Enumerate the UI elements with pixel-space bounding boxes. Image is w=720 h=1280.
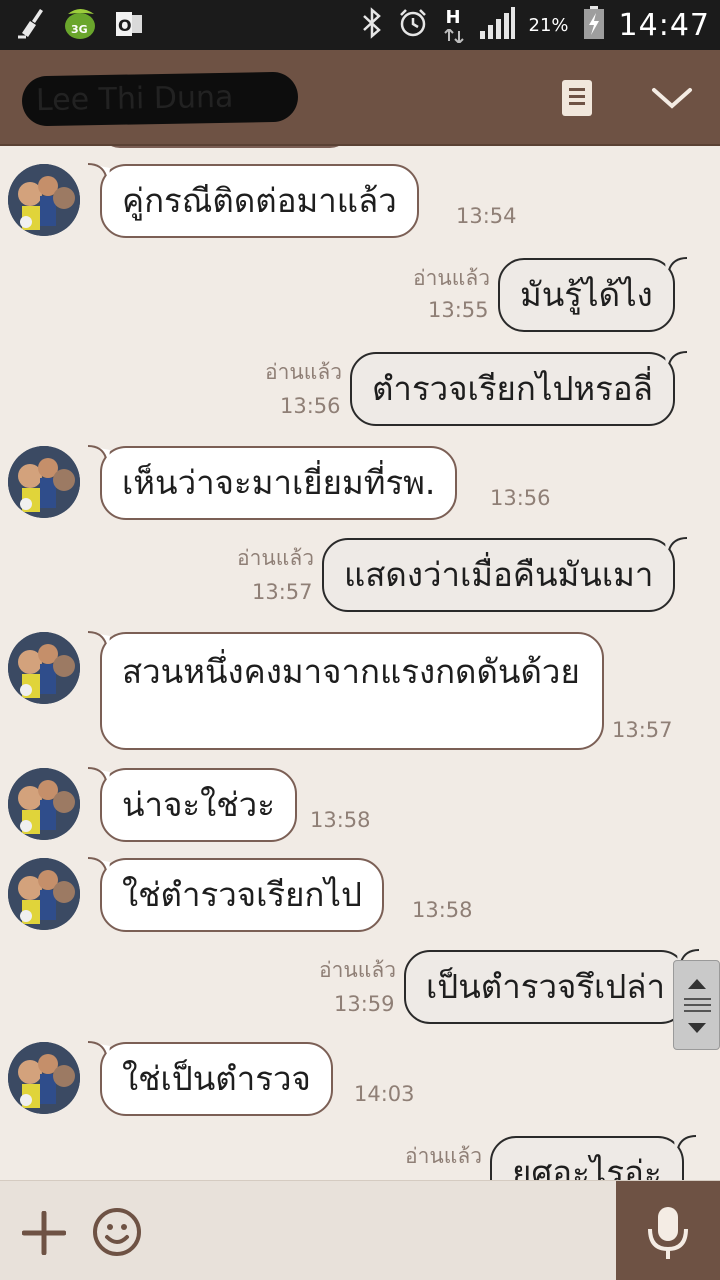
message-time: 13:54 — [456, 204, 517, 228]
avatar[interactable] — [8, 446, 80, 518]
network-type-icon: H — [443, 5, 465, 45]
message-text: น่าจะใช่วะ — [122, 785, 275, 824]
message-time: 13:56 — [490, 486, 551, 510]
message-bubble[interactable]: ตำรวจเรียกไปหรอลี่ — [350, 351, 687, 426]
message-text: ใช่ตำรวจเรียกไป — [122, 875, 362, 914]
3g-leaf-icon: 3G — [62, 6, 98, 46]
message-time: 13:58 — [412, 898, 473, 922]
message-bubble[interactable]: คู่กรณีติดต่อมาแล้ว — [88, 163, 419, 238]
message-text: สวนหนึ่งคงมาจากแรงกดดันด้วย — [122, 652, 580, 691]
read-receipt: อ่านแล้ว — [413, 266, 490, 290]
bluetooth-icon — [361, 7, 383, 43]
message-time: 13:58 — [310, 808, 371, 832]
read-receipt: อ่านแล้ว — [237, 546, 314, 570]
avatar[interactable] — [8, 1042, 80, 1114]
read-receipt: อ่านแล้ว — [405, 1144, 482, 1168]
memo-icon[interactable] — [562, 80, 592, 116]
message-bubble[interactable]: สวนหนึ่งคงมาจากแรงกดดันด้วย — [88, 631, 604, 750]
avatar[interactable] — [8, 164, 80, 236]
message-time: 13:57 — [612, 718, 673, 742]
status-bar: 3G O H 21% 14:47 — [0, 0, 720, 50]
message-bubble[interactable]: มันรู้ได้ไง — [498, 257, 687, 332]
message-text: มันรู้ได้ไง — [520, 275, 653, 314]
signal-icon — [479, 7, 515, 43]
broom-icon — [16, 7, 46, 45]
chevron-down-icon[interactable] — [648, 78, 696, 118]
microphone-button[interactable] — [616, 1181, 720, 1280]
alarm-icon — [397, 7, 429, 43]
outlook-icon: O — [114, 9, 144, 43]
read-receipt: อ่านแล้ว — [265, 360, 342, 384]
message-bubble[interactable]: น่าจะใช่วะ — [88, 767, 297, 842]
message-bubble[interactable]: ใช่ตำรวจเรียกไป — [88, 857, 384, 932]
avatar[interactable] — [8, 632, 80, 704]
svg-text:3G: 3G — [71, 23, 88, 36]
message-text: ยศอะไรอ่ะ — [512, 1153, 662, 1180]
read-receipt: อ่านแล้ว — [319, 958, 396, 982]
message-bubble[interactable]: แสดงว่าเมื่อคืนมันเมา — [322, 537, 688, 612]
scroll-control[interactable] — [673, 960, 720, 1050]
message-text: แสดงว่าเมื่อคืนมันเมา — [344, 555, 654, 594]
message-bubble[interactable]: เป็นตำรวจรึเปล่า — [404, 949, 700, 1024]
microphone-icon — [648, 1207, 688, 1259]
message-time: 13:57 — [252, 580, 313, 604]
clock: 14:47 — [618, 7, 710, 43]
message-time: 14:03 — [354, 1082, 415, 1106]
input-bar — [0, 1180, 720, 1280]
battery-icon — [583, 6, 605, 44]
message-time: 13:59 — [334, 992, 395, 1016]
chat-header: Lee Thi Duna — [0, 50, 720, 146]
battery-percent: 21% — [528, 14, 569, 36]
message-time: 13:55 — [428, 298, 489, 322]
avatar[interactable] — [8, 768, 80, 840]
smiley-icon[interactable] — [92, 1207, 142, 1257]
message-list[interactable]: คู่กรณีติดต่อมาแล้ว 13:54 อ่านแล้ว 13:55… — [0, 146, 720, 1180]
message-bubble[interactable]: ใช่เป็นตำรวจ — [88, 1041, 333, 1116]
previous-message-bubble — [100, 146, 350, 148]
message-time: 13:56 — [280, 394, 341, 418]
message-text: คู่กรณีติดต่อมาแล้ว — [122, 181, 397, 220]
avatar[interactable] — [8, 858, 80, 930]
svg-text:O: O — [118, 16, 132, 35]
chat-title[interactable]: Lee Thi Duna — [21, 71, 299, 127]
message-bubble[interactable]: ยศอะไรอ่ะ — [490, 1135, 696, 1180]
message-bubble[interactable]: เห็นว่าจะมาเยี่ยมที่รพ. — [88, 445, 458, 520]
message-text: ตำรวจเรียกไปหรอลี่ — [372, 369, 653, 408]
message-text: เห็นว่าจะมาเยี่ยมที่รพ. — [122, 463, 436, 502]
message-text: ใช่เป็นตำรวจ — [122, 1059, 311, 1098]
plus-icon[interactable] — [21, 1210, 67, 1256]
message-text: เป็นตำรวจรึเปล่า — [426, 967, 666, 1006]
